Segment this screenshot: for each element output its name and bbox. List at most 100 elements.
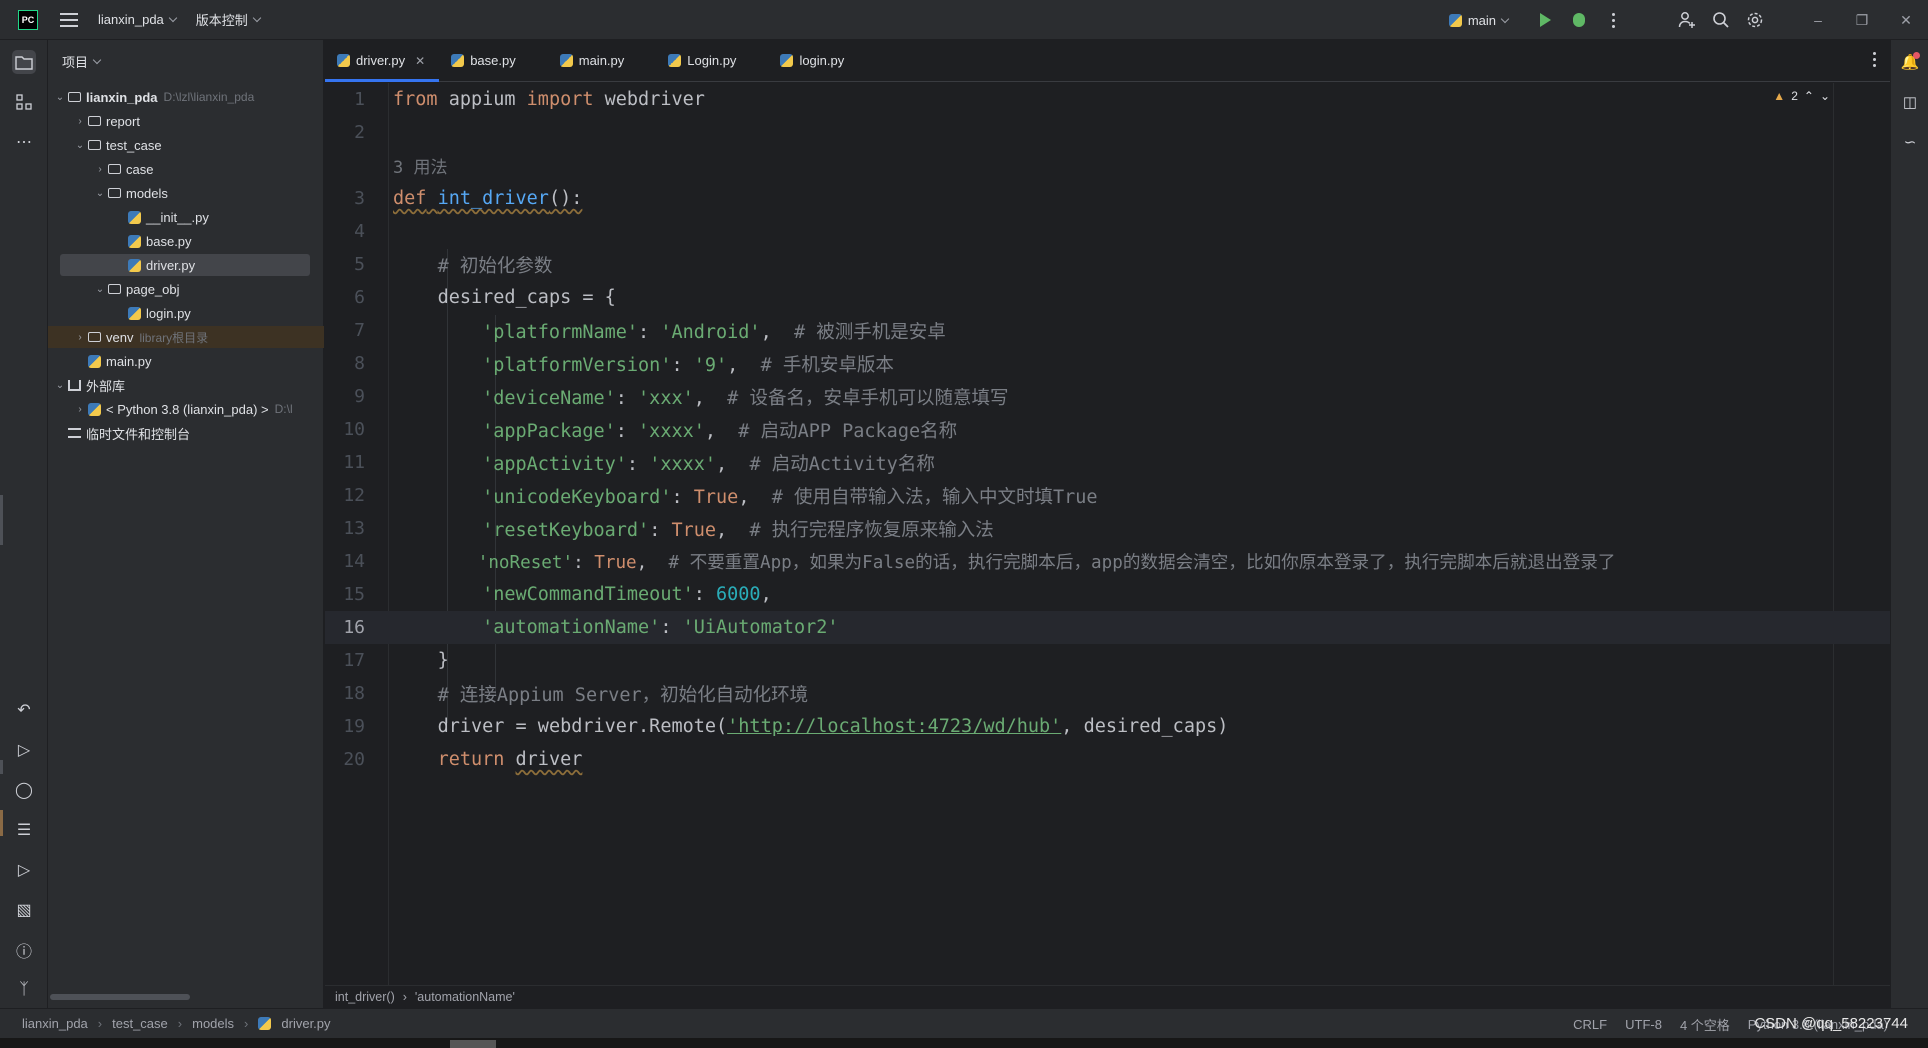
code-line[interactable]: 5 # 初始化参数 — [325, 248, 1890, 281]
indent-widget[interactable]: 4 个空格 — [1680, 1015, 1730, 1034]
tabs-more-button[interactable] — [1873, 52, 1876, 67]
tab-login-py[interactable]: login.py — [750, 40, 858, 81]
commit-tool-button[interactable]: ↶ — [12, 698, 36, 722]
tree-item-report[interactable]: › report — [48, 110, 324, 132]
run-configuration-selector[interactable]: main — [1448, 13, 1510, 28]
tree-item-external-libraries[interactable]: ⌄ 外部库 — [48, 374, 324, 396]
debug-button[interactable] — [1562, 3, 1596, 37]
more-tools-button[interactable]: ⋯ — [12, 130, 36, 154]
terminal-tool-button[interactable]: ▧ — [12, 898, 36, 922]
tree-item-main-py[interactable]: main.py — [48, 350, 324, 372]
close-window-button[interactable]: ✕ — [1884, 0, 1928, 40]
main-menu-icon[interactable] — [60, 12, 78, 27]
status-path-file[interactable]: driver.py — [281, 1016, 330, 1031]
vcs-menu[interactable]: 版本控制 — [196, 10, 262, 29]
tree-item-login-py[interactable]: login.py — [48, 302, 324, 324]
usage-inlay-hint[interactable]: 3 用法 — [393, 153, 447, 178]
search-button[interactable] — [1704, 3, 1738, 37]
code-line[interactable]: 3 def int_driver(): — [325, 182, 1890, 215]
project-panel-title: 项目 — [62, 54, 89, 70]
add-user-button[interactable] — [1670, 3, 1704, 37]
tree-item-init-py[interactable]: __init__.py — [48, 206, 324, 228]
tree-item-page-obj[interactable]: ⌄ page_obj — [48, 278, 324, 300]
close-tab-icon[interactable]: ✕ — [415, 54, 425, 68]
project-tool-button[interactable] — [12, 50, 36, 74]
settings-button[interactable] — [1738, 3, 1772, 37]
run-tool-button[interactable]: ▷ — [12, 738, 36, 762]
taskbar-item[interactable] — [450, 1040, 496, 1048]
tab-driver-py[interactable]: driver.py ✕ — [325, 40, 440, 82]
code-line[interactable]: 11 'appActivity': 'xxxx', # 启动Activity名称 — [325, 446, 1890, 479]
expanded-arrow-icon[interactable]: ⌄ — [52, 380, 68, 391]
tree-item-models[interactable]: ⌄ models — [48, 182, 324, 204]
code-line[interactable]: 1 from appium import webdriver — [325, 83, 1890, 116]
collapsed-arrow-icon[interactable]: › — [72, 116, 88, 127]
restore-button[interactable]: ❐ — [1840, 0, 1884, 40]
code-line[interactable]: 15 'newCommandTimeout': 6000, — [325, 578, 1890, 611]
python-packages-button[interactable]: ☰ — [12, 818, 36, 842]
expanded-arrow-icon[interactable]: ⌄ — [72, 140, 88, 151]
tab-main-py[interactable]: main.py — [530, 40, 639, 81]
tab-login-py-upper[interactable]: Login.py — [638, 40, 750, 81]
structure-tool-button[interactable] — [12, 90, 36, 114]
python-console-button[interactable]: ◯ — [12, 778, 36, 802]
code-line[interactable]: 10 'appPackage': 'xxxx', # 启动APP Package… — [325, 413, 1890, 446]
line-ending-widget[interactable]: CRLF — [1573, 1017, 1607, 1032]
code-line[interactable]: 14 'noReset': True, # 不要重置App，如果为False的话… — [325, 545, 1890, 578]
notifications-button[interactable]: 🔔 — [1898, 50, 1922, 74]
code-line[interactable]: 17 } — [325, 644, 1890, 677]
code-line[interactable]: 18 # 连接Appium Server，初始化自动化环境 — [325, 677, 1890, 710]
code-line[interactable]: 13 'resetKeyboard': True, # 执行完程序恢复原来输入法 — [325, 512, 1890, 545]
code-line[interactable]: 9 'deviceName': 'xxx', # 设备名，安卓手机可以随意填写 — [325, 380, 1890, 413]
tree-item-test-case[interactable]: ⌄ test_case — [48, 134, 324, 156]
git-tool-button[interactable]: ᛉ — [12, 978, 36, 1002]
collapsed-arrow-icon[interactable]: › — [92, 164, 108, 175]
expanded-arrow-icon[interactable]: ⌄ — [92, 284, 108, 295]
minimize-button[interactable]: – — [1796, 0, 1840, 40]
expanded-arrow-icon[interactable]: ⌄ — [92, 188, 108, 199]
more-actions-button[interactable] — [1596, 3, 1630, 37]
tree-item-venv[interactable]: › venv library根目录 — [48, 326, 324, 348]
status-path-item[interactable]: test_case — [112, 1016, 168, 1031]
code-line[interactable]: 7 'platformName': 'Android', # 被测手机是安卓 — [325, 314, 1890, 347]
tree-item-label: __init__.py — [146, 209, 209, 225]
tree-item-driver-py[interactable]: driver.py — [60, 254, 310, 276]
tree-item-scratches[interactable]: 临时文件和控制台 — [48, 422, 324, 444]
folder-icon — [88, 140, 101, 150]
code-line[interactable]: 8 'platformVersion': '9', # 手机安卓版本 — [325, 347, 1890, 380]
code-text: def int_driver(): — [393, 188, 583, 209]
scratches-icon — [68, 428, 81, 438]
code-line[interactable]: 20 return driver — [325, 743, 1890, 776]
breadcrumb-function[interactable]: int_driver() — [335, 990, 395, 1004]
code-line[interactable]: 12 'unicodeKeyboard': True, # 使用自带输入法，输入… — [325, 479, 1890, 512]
breadcrumb-key[interactable]: 'automationName' — [415, 990, 515, 1004]
project-switcher[interactable]: lianxin_pda — [98, 12, 178, 27]
code-editor[interactable]: ▲ 2 ⌃ ⌄ 1 from appium import webdriver 2… — [325, 83, 1890, 985]
collapsed-arrow-icon[interactable]: › — [72, 404, 88, 415]
database-tool-button[interactable]: ◫ — [1898, 90, 1922, 114]
code-line[interactable]: 2 — [325, 116, 1890, 149]
tab-base-py[interactable]: base.py — [439, 40, 530, 81]
sciview-tool-button[interactable]: ∽ — [1898, 130, 1922, 154]
code-line[interactable]: 19 driver = webdriver.Remote('http://loc… — [325, 710, 1890, 743]
tree-item-case[interactable]: › case — [48, 158, 324, 180]
code-line-current[interactable]: 16 'automationName': 'UiAutomator2' — [325, 611, 1890, 644]
tree-item-python-sdk[interactable]: › < Python 3.8 (lianxin_pda) > D:\l — [48, 398, 324, 420]
pycharm-logo-icon[interactable]: PC — [18, 9, 38, 30]
status-path-root[interactable]: lianxin_pda — [22, 1016, 88, 1031]
project-panel-header[interactable]: 项目 — [48, 40, 323, 82]
horizontal-scrollbar[interactable] — [50, 994, 190, 1000]
status-path-item[interactable]: models — [192, 1016, 234, 1031]
problems-tool-button[interactable]: ⓘ — [12, 938, 36, 962]
run-button[interactable] — [1528, 3, 1562, 37]
code-line[interactable]: 6 desired_caps = { — [325, 281, 1890, 314]
collapsed-arrow-icon[interactable]: › — [72, 332, 88, 343]
encoding-widget[interactable]: UTF-8 — [1625, 1017, 1662, 1032]
tree-item-base-py[interactable]: base.py — [48, 230, 324, 252]
code-line[interactable]: 4 — [325, 215, 1890, 248]
undo-icon: ↶ — [17, 702, 31, 719]
tree-item-lianxin-pda[interactable]: ⌄ lianxin_pda D:\lzl\lianxin_pda — [48, 86, 324, 108]
expanded-arrow-icon[interactable]: ⌄ — [52, 92, 68, 103]
title-bar: PC lianxin_pda 版本控制 main – ❐ ✕ — [0, 0, 1928, 40]
services-tool-button[interactable]: ▷ — [12, 858, 36, 882]
